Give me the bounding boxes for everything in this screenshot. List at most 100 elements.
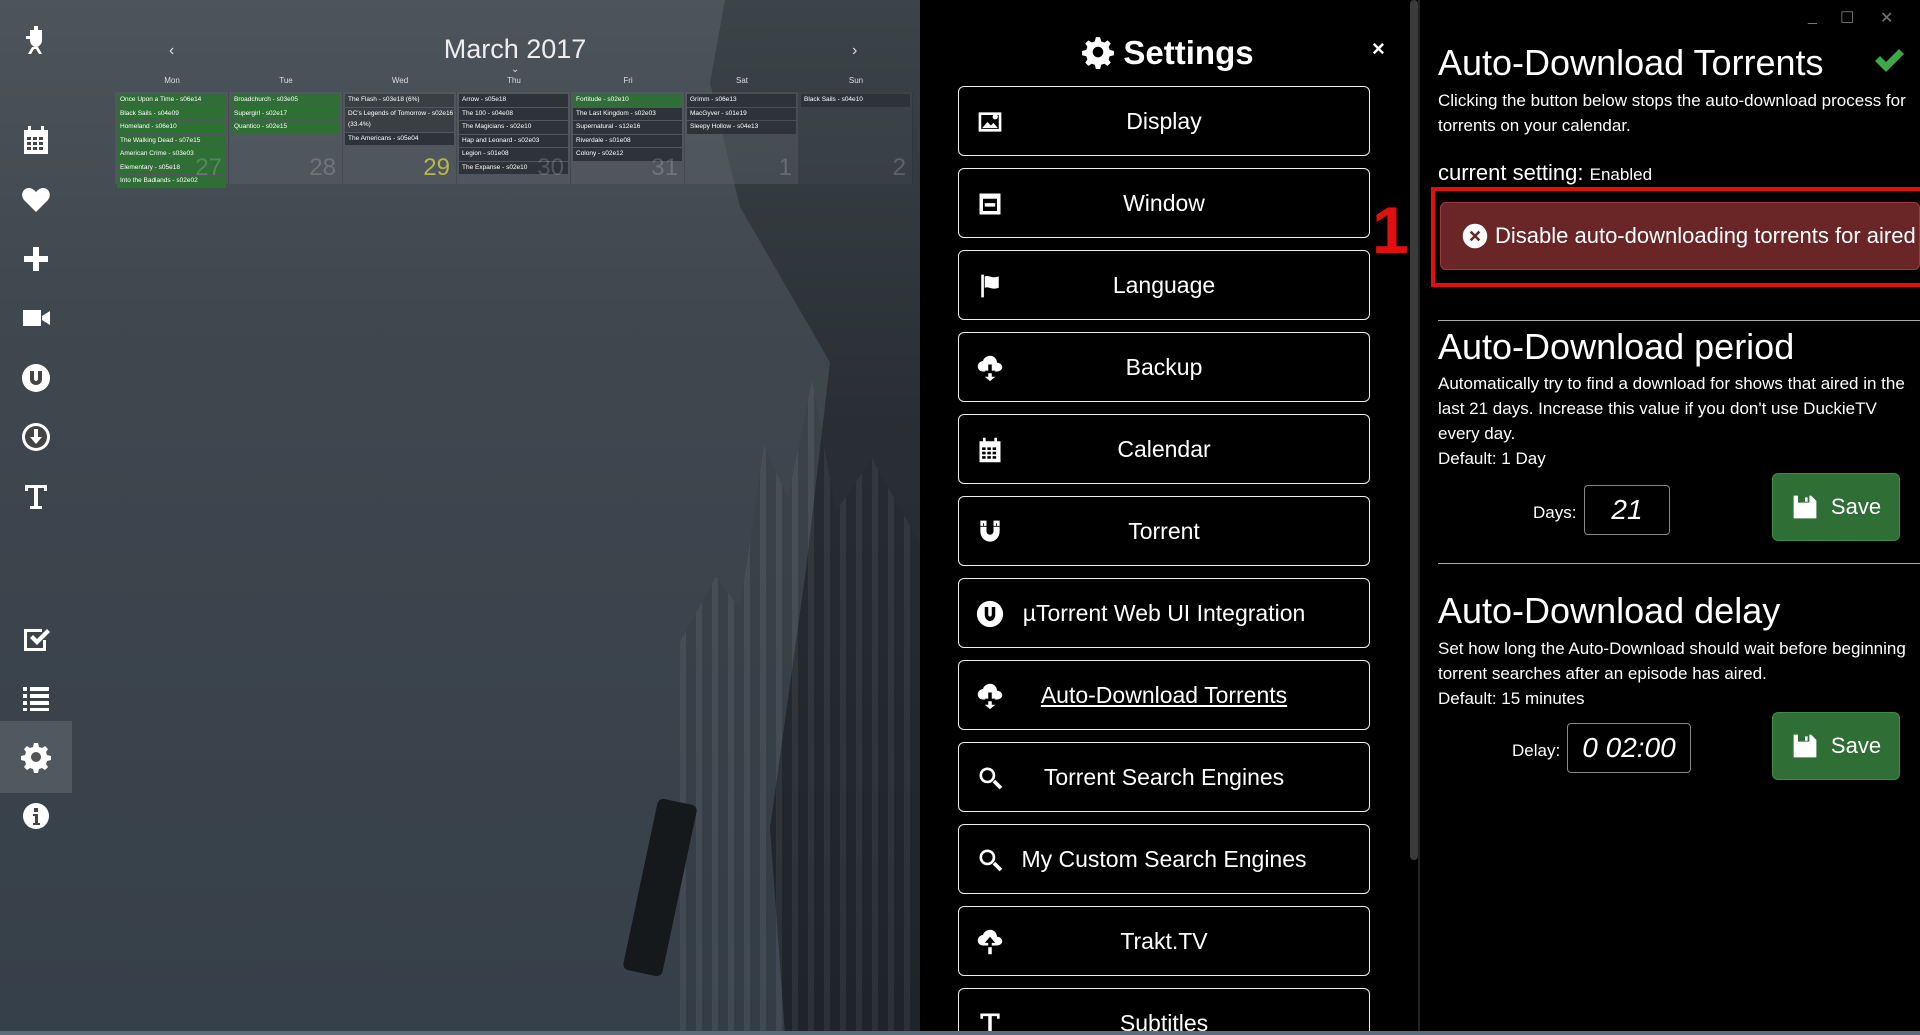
day-number: 28 bbox=[309, 154, 336, 181]
check-icon bbox=[1875, 49, 1904, 72]
calendar-episode[interactable]: Hap and Leonard - s02e03 bbox=[459, 134, 568, 147]
calendar-episode[interactable]: Black Sails - s04e09 bbox=[117, 107, 226, 120]
gear-icon bbox=[1082, 37, 1115, 69]
sidebar-nav bbox=[0, 0, 72, 1035]
calendar-episode[interactable]: Sleepy Hollow - s04e13 bbox=[687, 121, 796, 134]
calendar-episode[interactable]: Quantico - s02e15 bbox=[231, 121, 340, 134]
calendar-week-row: Once Upon a Time - s06e14 Black Sails - s… bbox=[115, 92, 915, 188]
calendar-episode[interactable]: Grimm - s06e13 bbox=[687, 94, 796, 107]
settings-auto-download-torrents-button[interactable]: Auto-Download Torrents bbox=[958, 660, 1370, 730]
flag-icon bbox=[975, 271, 1005, 301]
next-month-button[interactable]: › bbox=[852, 42, 857, 60]
settings-torrent-search-engines-button[interactable]: Torrent Search Engines bbox=[958, 742, 1370, 812]
divider bbox=[1438, 320, 1920, 321]
window-icon bbox=[975, 189, 1005, 219]
settings-button-label: Backup bbox=[1125, 353, 1203, 380]
calendar-episode[interactable]: Supernatural - s12e16 bbox=[573, 121, 682, 134]
weekday-label: Fri bbox=[623, 76, 633, 85]
calendar-day-cell[interactable]: Once Upon a Time - s06e14 Black Sails - s… bbox=[115, 92, 229, 188]
settings-backup-button[interactable]: Backup bbox=[958, 332, 1370, 402]
cloud-download-icon bbox=[975, 681, 1005, 711]
delay-input[interactable]: 0 02:00 bbox=[1567, 723, 1691, 773]
settings-button-label: Window bbox=[1123, 189, 1205, 216]
weekday-label: Mon bbox=[164, 76, 180, 85]
calendar-day-cell[interactable]: Arrow - s05e18 The 100 - s04e08 The Magici… bbox=[457, 92, 571, 184]
cloud-download-icon bbox=[975, 353, 1005, 383]
save-period-button[interactable]: Save bbox=[1772, 473, 1900, 541]
calendar-episode[interactable]: Fortitude - s02e10 bbox=[573, 94, 682, 107]
days-input[interactable]: 21 bbox=[1584, 485, 1670, 535]
calendar-episode[interactable]: The Flash - s03e18 (6%) bbox=[345, 94, 454, 107]
calendar-episode[interactable]: The Walking Dead - s07e15 bbox=[117, 134, 226, 147]
settings-panel: Settings × Display Window Language Backup Ca… bbox=[920, 0, 1420, 1035]
settings-torrent-button[interactable]: Torrent bbox=[958, 496, 1370, 566]
info-icon[interactable] bbox=[0, 780, 72, 852]
settings-subtitles-button[interactable]: Subtitles bbox=[958, 988, 1370, 1035]
text-icon[interactable] bbox=[0, 461, 72, 533]
cloud-upload-icon bbox=[975, 927, 1005, 957]
settings-title: Settings bbox=[920, 34, 1415, 72]
save-period-label: Save bbox=[1830, 494, 1882, 519]
day-number: 1 bbox=[778, 154, 792, 181]
days-label: Days: bbox=[1533, 503, 1577, 522]
period-description: Automatically try to find a download for… bbox=[1438, 374, 1905, 443]
calendar-episode[interactable]: Once Upon a Time - s06e14 bbox=[117, 94, 226, 107]
calendar-header: ‹ March 2017 ⌄ › bbox=[115, 30, 915, 76]
current-setting-value: Enabled bbox=[1589, 165, 1653, 184]
calendar-episode[interactable]: The 100 - s04e08 bbox=[459, 107, 568, 120]
calendar-day-cell[interactable]: Broadchurch - s03e05 Supergirl - s02e17 Qu… bbox=[229, 92, 343, 184]
settings-button-label: µTorrent Web UI Integration bbox=[1022, 599, 1306, 626]
calendar-episode[interactable]: Homeland - s06e10 bbox=[117, 121, 226, 134]
minimize-window-button[interactable]: _ bbox=[1808, 8, 1817, 26]
search-icon bbox=[975, 763, 1005, 793]
calendar-episode[interactable]: Arrow - s05e18 bbox=[459, 94, 568, 107]
settings-button-label: Torrent Search Engines bbox=[1043, 763, 1285, 790]
calendar-episode[interactable]: DC's Legends of Tomorrow - s02e16 (33.4%… bbox=[345, 107, 454, 132]
close-window-button[interactable]: ✕ bbox=[1880, 8, 1893, 28]
calendar-title[interactable]: March 2017 bbox=[115, 34, 915, 65]
calendar-day-cell[interactable]: The Flash - s03e18 (6%) DC's Legends of T… bbox=[343, 92, 457, 184]
calendar-episode[interactable]: Broadchurch - s03e05 bbox=[231, 94, 340, 107]
calendar-episode[interactable]: Black Sails - s04e10 bbox=[801, 94, 910, 107]
settings-scrollbar[interactable] bbox=[1410, 0, 1418, 860]
save-icon bbox=[1793, 495, 1817, 519]
settings-trakt-tv-button[interactable]: Trakt.TV bbox=[958, 906, 1370, 976]
settings-window-button[interactable]: Window bbox=[958, 168, 1370, 238]
day-number: 29 bbox=[423, 154, 450, 181]
calendar-episode[interactable]: The Magicians - s02e10 bbox=[459, 121, 568, 134]
settings-button-label: Auto-Download Torrents bbox=[1040, 681, 1288, 708]
calendar-episode[interactable]: Supergirl - s02e17 bbox=[231, 107, 340, 120]
calendar-widget: ‹ March 2017 ⌄ › Mon Tue Wed Thu Fri Sat Sun O… bbox=[115, 30, 915, 188]
settings-button-label: Display bbox=[1126, 107, 1202, 134]
calendar-day-cell[interactable]: Fortitude - s02e10 The Last Kingdom - s02… bbox=[571, 92, 685, 184]
save-delay-button[interactable]: Save bbox=[1772, 712, 1900, 780]
calendar-episode[interactable]: The Last Kingdom - s02e03 bbox=[573, 107, 682, 120]
calendar-expand-icon[interactable]: ⌄ bbox=[511, 64, 519, 75]
settings-calendar-button[interactable]: Calendar bbox=[958, 414, 1370, 484]
calendar-episode[interactable]: MacGyver - s01e19 bbox=[687, 107, 796, 120]
close-icon[interactable]: × bbox=[1372, 36, 1385, 62]
delay-description: Set how long the Auto-Download should wa… bbox=[1438, 639, 1906, 683]
annotation-number: 1 bbox=[1372, 193, 1409, 267]
settings-language-button[interactable]: Language bbox=[958, 250, 1370, 320]
maximize-window-button[interactable]: ☐ bbox=[1840, 8, 1854, 28]
delay-label: Delay: bbox=[1512, 741, 1561, 760]
settings-torrent-web-ui-integration-button[interactable]: µTorrent Web UI Integration bbox=[958, 578, 1370, 648]
calendar-episode[interactable]: Riverdale - s01e08 bbox=[573, 134, 682, 147]
period-default: Default: 1 Day bbox=[1438, 449, 1546, 468]
calendar-day-cell[interactable]: Grimm - s06e13 MacGyver - s01e19 Sleepy Ho… bbox=[685, 92, 799, 184]
weekday-label: Sat bbox=[735, 76, 748, 85]
settings-my-custom-search-engines-button[interactable]: My Custom Search Engines bbox=[958, 824, 1370, 894]
delay-title: Auto-Download delay bbox=[1438, 590, 1781, 631]
calendar-day-cell[interactable]: Black Sails - s04e10 2 bbox=[799, 92, 913, 184]
settings-button-label: Torrent bbox=[1128, 517, 1200, 544]
calendar-episode[interactable]: The Americans - s05e04 bbox=[345, 132, 454, 145]
utorrent-icon bbox=[975, 599, 1005, 629]
day-number: 2 bbox=[892, 154, 906, 181]
day-number: 27 bbox=[195, 154, 222, 181]
settings-display-button[interactable]: Display bbox=[958, 86, 1370, 156]
weekday-header: Mon Tue Wed Thu Fri Sat Sun bbox=[115, 76, 915, 92]
period-title: Auto-Download period bbox=[1438, 326, 1795, 367]
page-title: Auto-Download Torrents bbox=[1438, 42, 1824, 83]
logo-icon[interactable] bbox=[0, 4, 72, 76]
